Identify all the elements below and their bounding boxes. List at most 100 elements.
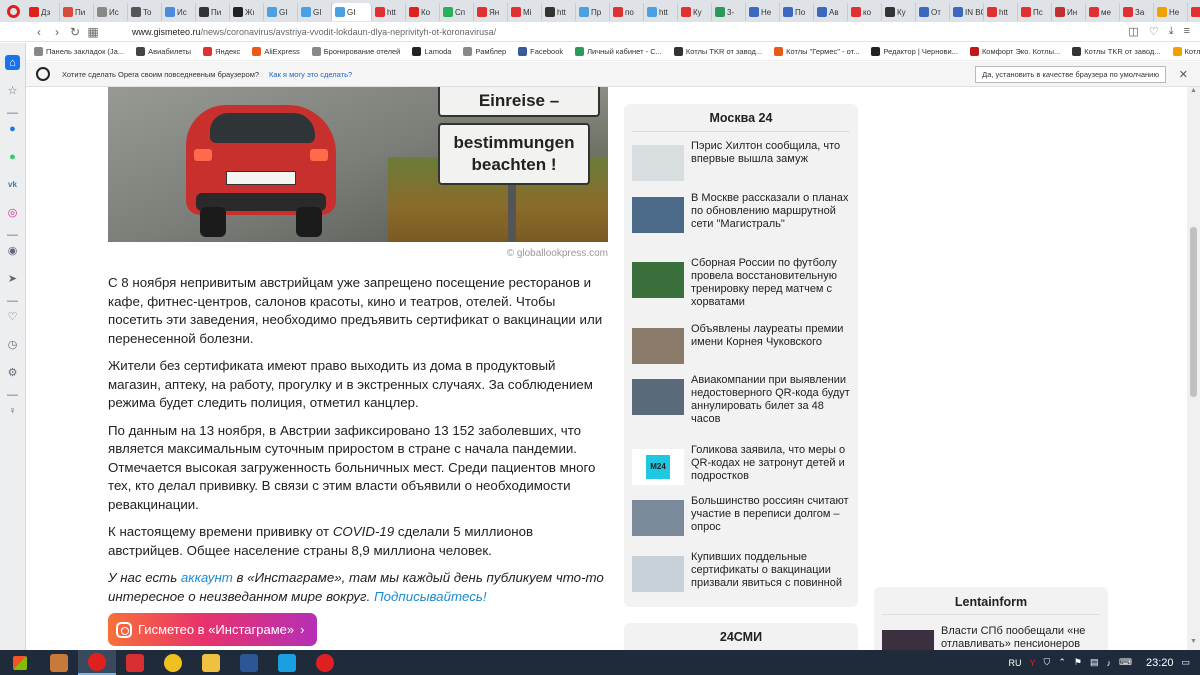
news-item[interactable]: Сборная России по футболу провела восста… xyxy=(632,257,850,309)
browser-tab[interactable]: От xyxy=(916,3,950,21)
taskbar-app-word[interactable] xyxy=(230,650,268,675)
browser-tab[interactable]: По xyxy=(780,3,814,21)
bookmark-item[interactable]: Комфорт Эко. Котлы... xyxy=(969,47,1060,56)
back-icon[interactable]: ‹ xyxy=(30,25,48,39)
browser-tab[interactable]: Пс xyxy=(1018,3,1052,21)
clock[interactable]: 23:20 xyxy=(1146,657,1174,669)
browser-tab[interactable]: IN BC xyxy=(950,3,984,21)
browser-tab[interactable]: Дз xyxy=(26,3,60,21)
subscribe-link[interactable]: Подписывайтесь! xyxy=(374,589,487,604)
page-scrollbar[interactable]: ▲ ▼ xyxy=(1187,87,1200,650)
browser-tab[interactable]: To xyxy=(128,3,162,21)
bookmark-item[interactable]: Котлы TKR от завод... xyxy=(673,47,762,56)
set-default-button[interactable]: Да, установить в качестве браузера по ум… xyxy=(975,65,1166,83)
news-item[interactable]: В Москве рассказали о планах по обновлен… xyxy=(632,192,850,233)
star-icon[interactable]: ☆ xyxy=(5,83,20,98)
send-icon[interactable]: ➤ xyxy=(5,271,20,286)
news-item[interactable]: Авиакомпании при выявлении недостоверног… xyxy=(632,374,850,426)
news-item[interactable]: Пэрис Хилтон сообщила, что впервые вышла… xyxy=(632,140,850,181)
bookmark-item[interactable]: AliExpress xyxy=(252,47,300,56)
keyboard-icon[interactable]: ⌨ xyxy=(1119,657,1132,668)
browser-tab[interactable]: Сп xyxy=(440,3,474,21)
notifications-icon[interactable]: ▭ xyxy=(1181,657,1190,668)
shield-icon[interactable]: ⛉ xyxy=(1044,657,1051,668)
messenger-icon[interactable]: ● xyxy=(5,121,20,136)
bookmark-item[interactable]: Панель закладок (Ја... xyxy=(34,47,124,56)
bookmark-item[interactable]: Facebook xyxy=(518,47,563,56)
banner-close-icon[interactable]: ✕ xyxy=(1179,68,1188,81)
opera-menu-button[interactable] xyxy=(0,0,26,22)
volume-icon[interactable]: ♪ xyxy=(1106,658,1111,668)
snapshot-icon[interactable]: ◫ xyxy=(1128,25,1138,38)
news-item[interactable]: M24 Голикова заявила, что меры о QR-кодах… xyxy=(632,444,850,485)
browser-tab[interactable]: Mi xyxy=(508,3,542,21)
browser-tab[interactable]: htt xyxy=(372,3,406,21)
taskbar-app-yandex[interactable] xyxy=(306,650,344,675)
browser-tab[interactable]: GI xyxy=(298,3,332,21)
taskbar-app-opera[interactable] xyxy=(78,650,116,675)
browser-tab[interactable]: htt xyxy=(542,3,576,21)
browser-tab[interactable]: Ав xyxy=(814,3,848,21)
browser-tab[interactable]: Ку xyxy=(882,3,916,21)
flag-icon[interactable]: ⚑ xyxy=(1074,657,1082,668)
bookmark-item[interactable]: Яндекс xyxy=(203,47,240,56)
bookmark-item[interactable]: Котлы отопления дл... xyxy=(1172,47,1200,56)
browser-tab[interactable]: Ин xyxy=(1052,3,1086,21)
instagram-icon[interactable]: ◎ xyxy=(5,205,20,220)
player-icon[interactable]: ◉ xyxy=(5,243,20,258)
bookmark-item[interactable]: Редактор | Чернови... xyxy=(871,47,958,56)
browser-tab[interactable]: Ко xyxy=(406,3,440,21)
home-icon[interactable]: ⌂ xyxy=(5,55,20,70)
heart-icon[interactable]: ♡ xyxy=(5,309,20,324)
tips-icon[interactable]: ♀ xyxy=(5,403,20,418)
browser-tab[interactable]: по xyxy=(610,3,644,21)
browser-tab[interactable]: Жı xyxy=(230,3,264,21)
menu-icon[interactable]: ≡ xyxy=(1184,25,1190,38)
taskbar-app-ie[interactable] xyxy=(268,650,306,675)
browser-tab[interactable]: За xyxy=(1120,3,1154,21)
taskbar-app-explorer[interactable] xyxy=(192,650,230,675)
forward-icon[interactable]: › xyxy=(48,25,66,39)
browser-tab[interactable]: ко xyxy=(848,3,882,21)
reload-icon[interactable]: ↻ xyxy=(66,25,84,39)
yandex-tray-icon[interactable]: Y xyxy=(1030,658,1036,668)
browser-tab[interactable]: GI xyxy=(264,3,298,21)
bookmark-item[interactable]: Котлы "Гермес" - от... xyxy=(774,47,859,56)
browser-tab[interactable]: Ку xyxy=(678,3,712,21)
instagram-account-link[interactable]: аккаунт xyxy=(181,570,233,585)
whatsapp-icon[interactable]: ● xyxy=(5,149,20,164)
browser-tab[interactable]: Не xyxy=(746,3,780,21)
bookmark-heart-icon[interactable]: ♡ xyxy=(1149,25,1159,38)
taskbar-app-chrome[interactable] xyxy=(154,650,192,675)
vk-icon[interactable]: vk xyxy=(5,177,20,192)
browser-tab[interactable]: GI xyxy=(332,3,372,21)
bookmark-item[interactable]: Котлы TKR от завод... xyxy=(1072,47,1161,56)
news-item[interactable]: Объявлены лауреаты премии имени Корнея Ч… xyxy=(632,323,850,364)
bookmark-item[interactable]: Авиабилеты xyxy=(136,47,191,56)
browser-tab[interactable]: htt xyxy=(984,3,1018,21)
bookmark-item[interactable]: Бронирование отелей xyxy=(311,47,400,56)
browser-tab[interactable]: Пи xyxy=(196,3,230,21)
start-button[interactable] xyxy=(0,650,40,675)
browser-tab[interactable]: Пи xyxy=(60,3,94,21)
settings-icon[interactable]: ⚙ xyxy=(5,365,20,380)
browser-tab[interactable]: htt xyxy=(644,3,678,21)
bookmark-item[interactable]: Личный кабинет - С... xyxy=(575,47,662,56)
news-item[interactable]: Большинство россиян считают участие в пе… xyxy=(632,495,850,536)
browser-tab[interactable]: ме xyxy=(1086,3,1120,21)
bookmark-item[interactable]: Lamoda xyxy=(412,47,451,56)
banner-how-link[interactable]: Как я могу это сделать? xyxy=(269,70,352,79)
scroll-thumb[interactable] xyxy=(1190,227,1197,397)
scroll-up-icon[interactable]: ▲ xyxy=(1187,87,1200,99)
browser-tab[interactable]: 3- xyxy=(712,3,746,21)
network-icon[interactable]: ▤ xyxy=(1090,657,1099,668)
taskbar-app-screenshot[interactable] xyxy=(116,650,154,675)
news-item[interactable]: Купивших поддельные сертификаты о вакцин… xyxy=(632,551,850,592)
browser-tab[interactable]: Пр xyxy=(576,3,610,21)
browser-tab[interactable]: Ян xyxy=(474,3,508,21)
url-field[interactable]: www.gismeteo.ru/news/coronavirus/avstriy… xyxy=(132,27,496,37)
browser-tab[interactable]: Не xyxy=(1154,3,1188,21)
instagram-button[interactable]: Гисметео в «Инстаграме» › xyxy=(108,613,317,646)
download-icon[interactable]: ⤓ xyxy=(1169,25,1174,38)
browser-tab[interactable]: Ис xyxy=(162,3,196,21)
